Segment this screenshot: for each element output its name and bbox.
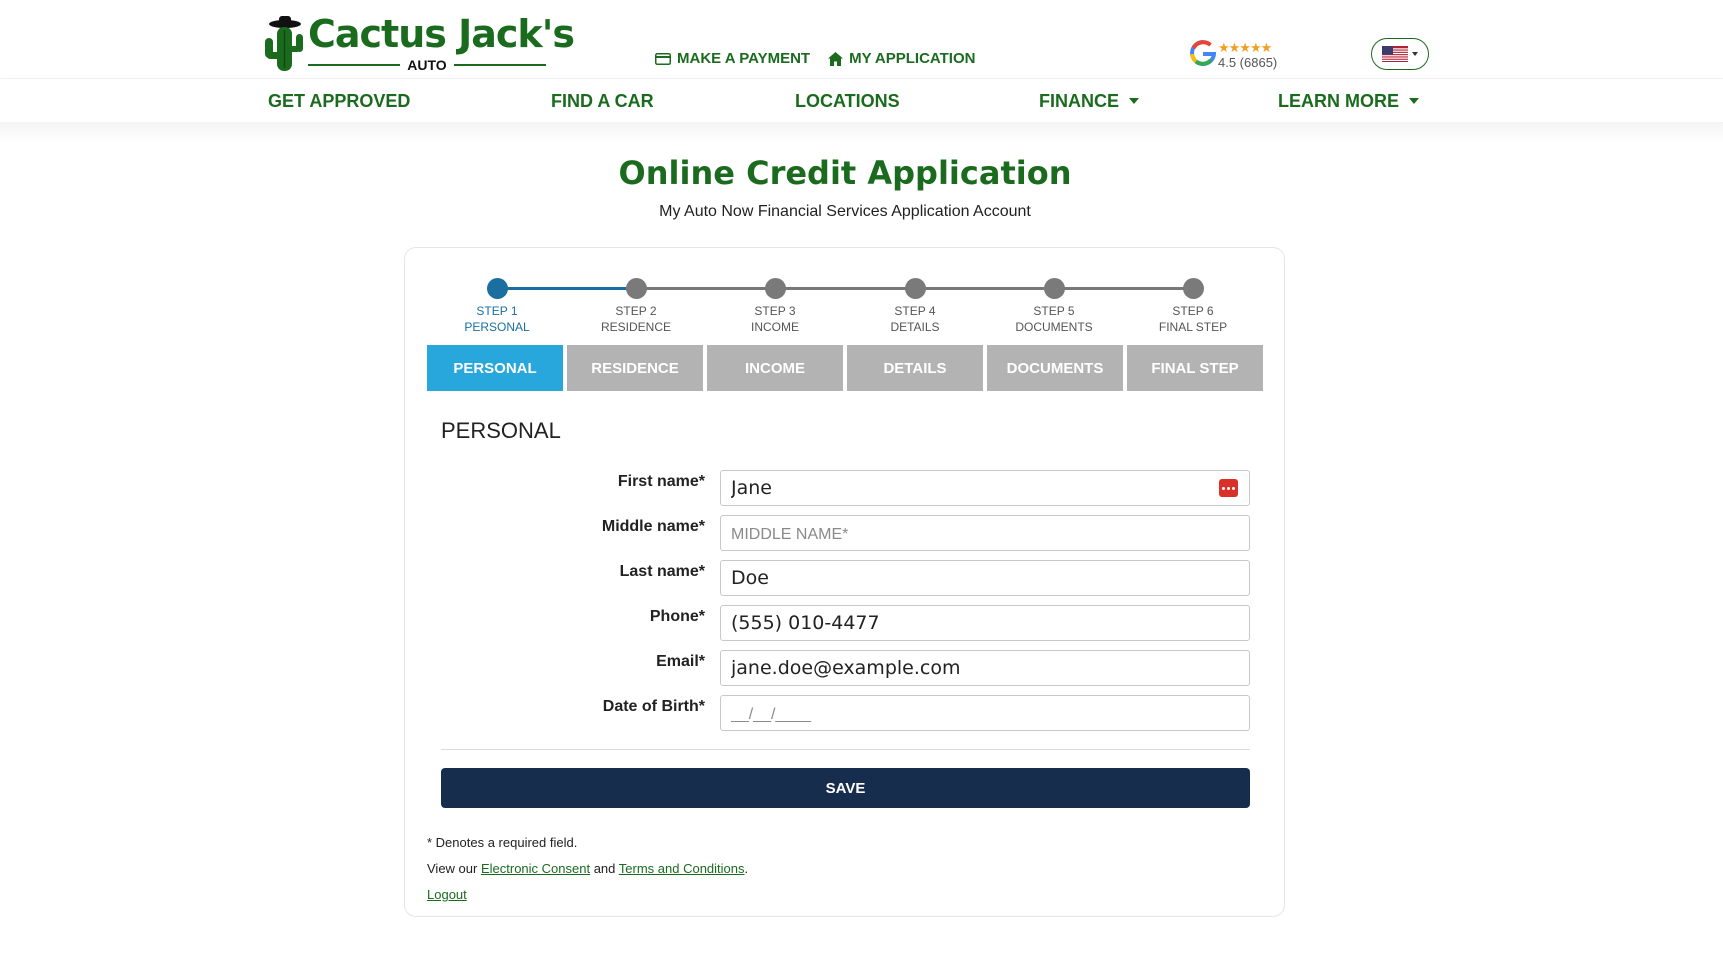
terms-link[interactable]: Terms and Conditions — [619, 861, 745, 876]
form-notes: * Denotes a required field. View our Ele… — [427, 830, 748, 908]
my-application-label: MY APPLICATION — [849, 50, 976, 67]
password-manager-icon[interactable] — [1219, 479, 1238, 497]
chevron-down-icon — [1409, 98, 1419, 104]
electronic-consent-link[interactable]: Electronic Consent — [481, 861, 590, 876]
email-input[interactable] — [720, 650, 1250, 686]
cactus-icon — [265, 16, 303, 71]
first-name-row: First name* — [441, 470, 1250, 506]
progress-stepper: STEP 1 PERSONAL STEP 2 RESIDENCE STEP 3 … — [425, 278, 1265, 338]
chevron-down-icon — [1412, 52, 1418, 56]
nav-find-a-car[interactable]: FIND A CAR — [551, 79, 654, 123]
last-name-row: Last name* — [441, 560, 1250, 596]
nav-get-approved[interactable]: GET APPROVED — [268, 79, 410, 123]
dob-input[interactable] — [720, 695, 1250, 731]
phone-label: Phone* — [649, 608, 705, 625]
dob-label: Date of Birth* — [602, 698, 705, 715]
step-2[interactable]: STEP 2 RESIDENCE — [576, 278, 696, 335]
my-application-link[interactable]: MY APPLICATION — [828, 50, 975, 67]
nav-learn-more[interactable]: LEARN MORE — [1278, 79, 1419, 123]
us-flag-icon — [1382, 46, 1408, 62]
middle-name-label: Middle name* — [601, 518, 705, 535]
step-4[interactable]: STEP 4 DETAILS — [855, 278, 975, 335]
google-rating[interactable]: ★★★★★ 4.5 (6865) — [1190, 40, 1290, 72]
step-5[interactable]: STEP 5 DOCUMENTS — [994, 278, 1114, 335]
logout-link[interactable]: Logout — [427, 887, 467, 902]
brand-logo[interactable]: Cactus Jack's AUTO — [262, 12, 575, 73]
step-tabs: PERSONAL RESIDENCE INCOME DETAILS DOCUME… — [427, 345, 1263, 391]
nav-locations[interactable]: LOCATIONS — [795, 79, 900, 123]
chevron-down-icon — [1129, 98, 1139, 104]
home-icon — [828, 51, 844, 66]
step-6[interactable]: STEP 6 FINAL STEP — [1133, 278, 1253, 335]
step-3[interactable]: STEP 3 INCOME — [715, 278, 835, 335]
language-selector[interactable] — [1371, 38, 1429, 70]
middle-name-row: Middle name* — [441, 515, 1250, 551]
tab-documents[interactable]: DOCUMENTS — [987, 345, 1123, 391]
nav-finance[interactable]: FINANCE — [1039, 79, 1139, 123]
brand-sub: AUTO — [407, 57, 447, 73]
save-button[interactable]: SAVE — [441, 768, 1250, 808]
first-name-input[interactable] — [720, 470, 1250, 506]
credit-card-icon — [655, 52, 671, 65]
required-note: * Denotes a required field. — [427, 835, 578, 850]
tab-income[interactable]: INCOME — [707, 345, 843, 391]
rating-stars: ★★★★★ — [1218, 40, 1272, 55]
middle-name-input[interactable] — [720, 515, 1250, 551]
tab-details[interactable]: DETAILS — [847, 345, 983, 391]
email-row: Email* — [441, 650, 1250, 686]
email-label: Email* — [656, 653, 705, 670]
nav-label: LEARN MORE — [1278, 91, 1399, 111]
page-title: Online Credit Application — [618, 154, 1072, 192]
rating-score: 4.5 (6865) — [1218, 55, 1278, 70]
top-header: Cactus Jack's AUTO MAKE A PAYMENT MY APP… — [0, 0, 1723, 78]
nav-label: FIND A CAR — [551, 91, 654, 111]
step-1[interactable]: STEP 1 PERSONAL — [437, 278, 557, 335]
brand-name: Cactus Jack's — [308, 12, 575, 56]
main-nav: GET APPROVED FIND A CAR LOCATIONS FINANC… — [0, 78, 1723, 122]
consent-note: View our Electronic Consent and Terms an… — [427, 861, 749, 876]
google-icon — [1190, 40, 1216, 66]
phone-row: Phone* — [441, 605, 1250, 641]
tab-final-step[interactable]: FINAL STEP — [1127, 345, 1263, 391]
nav-label: FINANCE — [1039, 91, 1119, 111]
last-name-input[interactable] — [720, 560, 1250, 596]
section-title: PERSONAL — [441, 418, 561, 443]
nav-label: GET APPROVED — [268, 91, 411, 111]
dob-row: Date of Birth* — [441, 695, 1250, 731]
make-payment-link[interactable]: MAKE A PAYMENT — [655, 50, 810, 67]
phone-input[interactable] — [720, 605, 1250, 641]
nav-label: LOCATIONS — [795, 91, 900, 111]
make-payment-label: MAKE A PAYMENT — [677, 50, 811, 67]
application-card: STEP 1 PERSONAL STEP 2 RESIDENCE STEP 3 … — [404, 247, 1285, 917]
last-name-label: Last name* — [619, 563, 705, 580]
tab-personal[interactable]: PERSONAL — [427, 345, 563, 391]
page-subtitle: My Auto Now Financial Services Applicati… — [659, 203, 1031, 220]
first-name-label: First name* — [617, 473, 705, 490]
divider — [441, 749, 1250, 750]
quick-links: MAKE A PAYMENT MY APPLICATION — [655, 50, 975, 67]
tab-residence[interactable]: RESIDENCE — [567, 345, 703, 391]
